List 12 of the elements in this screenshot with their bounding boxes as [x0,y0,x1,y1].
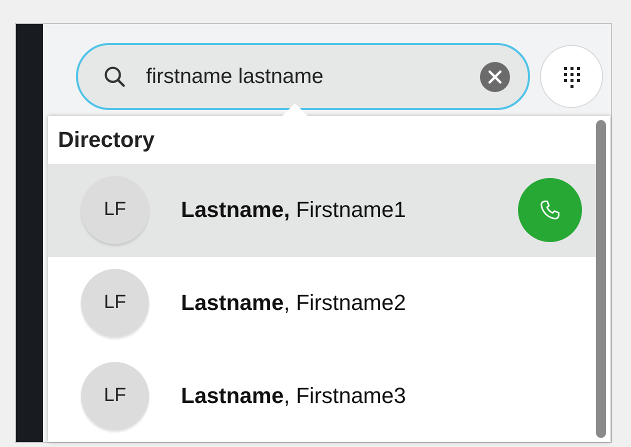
contact-name: Lastname, Firstname3 [181,382,407,409]
avatar: LF [81,269,149,337]
contact-row[interactable]: LF Lastname, Firstname1 [48,164,598,257]
avatar: LF [81,362,149,430]
contact-row[interactable]: LF Lastname, Firstname3 [48,349,598,442]
search-bar[interactable]: firstname lastname [76,43,530,110]
contact-name: Lastname, Firstname2 [181,290,407,316]
avatar: LF [81,176,149,244]
section-heading: Directory [58,128,155,152]
search-input[interactable]: firstname lastname [146,64,462,88]
contact-row[interactable]: LF Lastname, Firstname2 [48,256,598,350]
contact-name: Lastname, Firstname1 [181,197,407,224]
